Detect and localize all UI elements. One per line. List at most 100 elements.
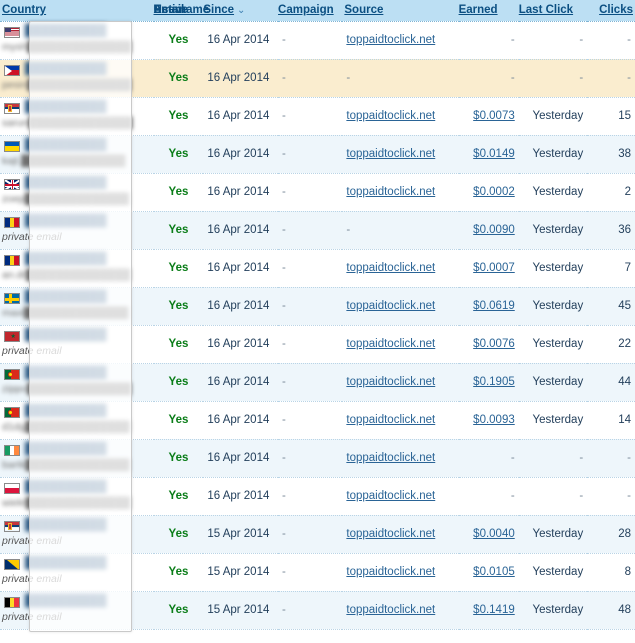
cell-earned[interactable]: $0.0093 xyxy=(458,401,519,440)
username-label[interactable]: ██████████ xyxy=(25,25,106,37)
cell-country-user[interactable]: ██████████ maxi██████████████ xyxy=(0,287,154,326)
cell-earned[interactable]: $0.0619 xyxy=(458,287,519,326)
earned-link[interactable]: $0.1419 xyxy=(473,604,515,616)
username-label[interactable]: ██████████ xyxy=(25,405,106,417)
username-label[interactable]: ██████████ xyxy=(25,101,106,113)
cell-source[interactable]: toppaidtoclick.net xyxy=(342,553,459,592)
column-header-clicks[interactable]: Clicks xyxy=(587,0,635,22)
username-label[interactable]: ██████████ xyxy=(25,139,106,151)
cell-source[interactable]: toppaidtoclick.net xyxy=(342,97,459,136)
cell-earned[interactable]: $0.0105 xyxy=(458,553,519,592)
cell-country-user[interactable]: ██████████ sarun██████████████ xyxy=(0,97,154,136)
column-header-last-click[interactable]: Last Click xyxy=(518,0,588,22)
username-label[interactable]: ██████████ xyxy=(25,253,106,265)
source-link[interactable]: toppaidtoclick.net xyxy=(346,414,435,426)
source-link[interactable]: toppaidtoclick.net xyxy=(346,528,435,540)
cell-country-user[interactable]: ██████████ bartk██████████████ xyxy=(0,439,154,478)
username-label[interactable]: ██████████ xyxy=(25,443,106,455)
column-header-source[interactable]: Source xyxy=(342,0,459,22)
cell-country-user[interactable]: ██████████ private email xyxy=(0,515,154,554)
table-row[interactable]: ██████████ kajt.██████████████ Yes 16 Apr 2… xyxy=(0,135,635,174)
source-link[interactable]: toppaidtoclick.net xyxy=(346,604,435,616)
username-label[interactable]: ██████████ xyxy=(25,329,106,341)
username-label[interactable]: ██████████ xyxy=(25,177,106,189)
earned-link[interactable]: $0.0076 xyxy=(473,338,515,350)
cell-source[interactable]: toppaidtoclick.net xyxy=(342,515,459,554)
cell-source[interactable]: - xyxy=(342,59,459,98)
sort-descending-icon[interactable]: ⌄ xyxy=(237,5,245,16)
username-label[interactable]: ██████████ xyxy=(25,481,106,493)
column-header-since-label[interactable]: Since xyxy=(203,4,234,16)
table-row[interactable]: ★ ██████████ private email Yes 16 Apr 2014- t… xyxy=(0,325,635,364)
table-row[interactable]: ██████████ wiekt██████████████ Yes 16 Apr 2… xyxy=(0,477,635,516)
column-header-earned-label[interactable]: Earned xyxy=(459,4,498,16)
earned-link[interactable]: $0.0073 xyxy=(473,110,515,122)
cell-country-user[interactable]: ██████████ an.dr██████████████ xyxy=(0,249,154,288)
cell-source[interactable]: toppaidtoclick.net xyxy=(342,21,459,60)
cell-earned[interactable]: $0.1905 xyxy=(458,363,519,402)
cell-source[interactable]: toppaidtoclick.net xyxy=(342,477,459,516)
source-link[interactable]: toppaidtoclick.net xyxy=(346,110,435,122)
source-link[interactable]: toppaidtoclick.net xyxy=(346,262,435,274)
cell-earned[interactable]: $0.0090 xyxy=(458,211,519,250)
table-row[interactable]: ██████████ bartk██████████████ Yes 16 Apr 2… xyxy=(0,439,635,478)
cell-country-user[interactable]: ██████████ zoep██████████████ xyxy=(0,173,154,212)
column-header-country-label[interactable]: Country xyxy=(2,4,46,16)
cell-country-user[interactable]: ██████████ mysh██████████████ xyxy=(0,21,154,60)
cell-source[interactable]: toppaidtoclick.net xyxy=(342,325,459,364)
cell-earned[interactable]: - xyxy=(458,439,519,478)
cell-country-user[interactable]: ██████████ private email xyxy=(0,553,154,592)
cell-country-user[interactable]: ██████████ wiekt██████████████ xyxy=(0,477,154,516)
source-link[interactable]: toppaidtoclick.net xyxy=(346,300,435,312)
username-label[interactable]: ██████████ xyxy=(25,63,106,75)
table-row[interactable]: ██████████ mysh██████████████ Yes 16 Apr 20… xyxy=(0,21,635,60)
table-row[interactable]: ██████████ private email Yes 15 Apr 2014- to… xyxy=(0,591,635,630)
source-link[interactable]: toppaidtoclick.net xyxy=(346,34,435,46)
cell-country-user[interactable]: ██████████ pesin██████████████ xyxy=(0,59,154,98)
cell-source[interactable]: - xyxy=(342,211,459,250)
table-row[interactable]: ██████████ an.dr██████████████ Yes 16 Apr 2… xyxy=(0,249,635,288)
table-row[interactable]: ██████████ zoep██████████████ Yes 16 Apr 20… xyxy=(0,173,635,212)
earned-link[interactable]: $0.0002 xyxy=(473,186,515,198)
earned-link[interactable]: $0.1905 xyxy=(473,376,515,388)
column-header-earned[interactable]: Earned xyxy=(458,0,519,22)
cell-country-user[interactable]: ★ ██████████ private email xyxy=(0,325,154,364)
table-row[interactable]: ██████████ pesin██████████████ Yes 16 Apr 2… xyxy=(0,59,635,98)
cell-earned[interactable]: $0.0073 xyxy=(458,97,519,136)
column-header-clicks-label[interactable]: Clicks xyxy=(599,4,633,16)
username-label[interactable]: ██████████ xyxy=(25,595,106,607)
cell-earned[interactable]: $0.0007 xyxy=(458,249,519,288)
table-row[interactable]: ██████████ zippo██████████████ Yes 16 Apr 2… xyxy=(0,363,635,402)
cell-source[interactable]: toppaidtoclick.net xyxy=(342,135,459,174)
cell-source[interactable]: toppaidtoclick.net xyxy=(342,591,459,630)
earned-link[interactable]: $0.0007 xyxy=(473,262,515,274)
column-header-campaign[interactable]: Campaign xyxy=(278,0,343,22)
table-row[interactable]: ██████████ private email Yes 15 Apr 2014- to… xyxy=(0,515,635,554)
username-label[interactable]: ██████████ xyxy=(25,519,106,531)
cell-country-user[interactable]: ██████████ zippo██████████████ xyxy=(0,363,154,402)
source-link[interactable]: toppaidtoclick.net xyxy=(346,566,435,578)
cell-source[interactable]: toppaidtoclick.net xyxy=(342,363,459,402)
table-row[interactable]: ██████████ private email Yes 16 Apr 2014- - $… xyxy=(0,211,635,250)
column-header-since[interactable]: Since ⌄ xyxy=(203,0,279,22)
earned-link[interactable]: $0.0093 xyxy=(473,414,515,426)
column-header-active-label[interactable]: Active xyxy=(154,4,189,16)
cell-earned[interactable]: $0.0076 xyxy=(458,325,519,364)
cell-earned[interactable]: $0.0040 xyxy=(458,515,519,554)
column-header-last-click-label[interactable]: Last Click xyxy=(519,4,573,16)
cell-source[interactable]: toppaidtoclick.net xyxy=(342,249,459,288)
column-header-source-label[interactable]: Source xyxy=(344,4,383,16)
cell-earned[interactable]: $0.0149 xyxy=(458,135,519,174)
cell-country-user[interactable]: ██████████ private email xyxy=(0,211,154,250)
cell-source[interactable]: toppaidtoclick.net xyxy=(342,401,459,440)
table-row[interactable]: ██████████ maxi██████████████ Yes 16 Apr 20… xyxy=(0,287,635,326)
cell-earned[interactable]: $0.0002 xyxy=(458,173,519,212)
username-label[interactable]: ██████████ xyxy=(25,291,106,303)
table-row[interactable]: ██████████ private email Yes 15 Apr 2014- to… xyxy=(0,553,635,592)
username-label[interactable]: ██████████ xyxy=(25,367,106,379)
table-row[interactable]: ██████████ sarun██████████████ Yes 16 Apr 2… xyxy=(0,97,635,136)
source-link[interactable]: toppaidtoclick.net xyxy=(346,376,435,388)
cell-earned[interactable]: - xyxy=(458,59,519,98)
earned-link[interactable]: $0.0619 xyxy=(473,300,515,312)
source-link[interactable]: toppaidtoclick.net xyxy=(346,338,435,350)
